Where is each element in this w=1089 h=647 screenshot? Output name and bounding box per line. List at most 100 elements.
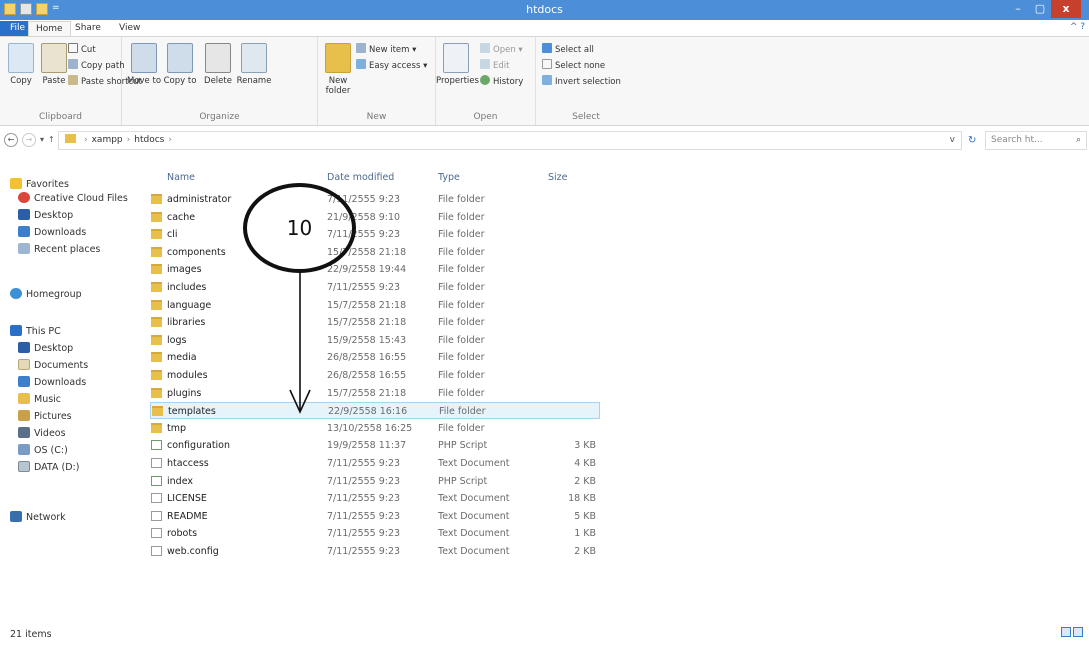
tab-home[interactable]: Home — [28, 21, 71, 36]
easy-access-icon — [356, 59, 366, 69]
file-row[interactable]: htaccess 7/11/2555 9:23 Text Document 4 KB — [150, 455, 600, 472]
nav-videos[interactable]: Videos — [18, 425, 66, 442]
file-row[interactable]: robots 7/11/2555 9:23 Text Document 1 KB — [150, 525, 600, 542]
copy-path-button[interactable]: Copy path — [68, 59, 125, 73]
nav-homegroup[interactable]: Homegroup — [10, 286, 82, 303]
invert-selection-button[interactable]: Invert selection — [542, 75, 621, 89]
help-icon[interactable]: ^ ? — [1070, 22, 1085, 32]
maximize-button[interactable]: ▢ — [1029, 0, 1051, 18]
nav-documents[interactable]: Documents — [18, 357, 88, 374]
edit-button[interactable]: Edit — [480, 59, 509, 73]
history-icon — [480, 75, 490, 85]
file-type: File folder — [438, 194, 485, 205]
file-row[interactable]: images 22/9/2558 19:44 File folder — [150, 261, 600, 278]
text-document-icon — [151, 528, 162, 539]
file-row[interactable]: web.config 7/11/2555 9:23 Text Document 2 K… — [150, 543, 600, 560]
file-row[interactable]: administrator 7/11/2555 9:23 File folder — [150, 191, 600, 208]
address-dropdown-icon[interactable]: v — [950, 132, 955, 149]
nav-pictures[interactable]: Pictures — [18, 408, 72, 425]
tab-share[interactable]: Share — [68, 21, 108, 36]
select-all-button[interactable]: Select all — [542, 43, 594, 57]
nav-this-pc[interactable]: This PC — [10, 323, 61, 340]
nav-os-c[interactable]: OS (C:) — [18, 442, 68, 459]
up-button[interactable]: ↑ — [48, 135, 55, 144]
file-row[interactable]: plugins 15/7/2558 21:18 File folder — [150, 385, 600, 402]
paste-button[interactable]: Paste — [36, 43, 72, 86]
file-name: cli — [167, 229, 178, 241]
nav-recent-places[interactable]: Recent places — [18, 241, 100, 258]
file-row[interactable]: components 15/7/2558 21:18 File folder — [150, 244, 600, 261]
search-input[interactable]: Search ht... ⌕ — [985, 131, 1087, 150]
copy-button[interactable]: Copy — [3, 43, 39, 86]
nav-creative-cloud-files[interactable]: Creative Cloud Files — [18, 190, 128, 207]
file-row[interactable]: LICENSE 7/11/2555 9:23 Text Document 18 KB — [150, 490, 600, 507]
open-button[interactable]: Open ▾ — [480, 43, 523, 57]
large-icons-view-icon[interactable] — [1073, 627, 1083, 637]
nav-desktop[interactable]: Desktop — [18, 207, 73, 224]
file-row[interactable]: libraries 15/7/2558 21:18 File folder — [150, 314, 600, 331]
title-bar: = htdocs – ▢ x — [0, 0, 1089, 20]
nav-downloads[interactable]: Downloads — [18, 224, 86, 241]
new-item-button[interactable]: New item ▾ — [356, 43, 416, 57]
folder-icon — [151, 194, 162, 204]
nav-network[interactable]: Network — [10, 509, 66, 526]
file-size: 1 KB — [574, 528, 596, 540]
php-script-icon — [151, 475, 162, 486]
column-header-type[interactable]: Type — [438, 172, 460, 183]
scissors-icon — [68, 43, 78, 53]
move-to-button[interactable]: Move to — [126, 43, 162, 86]
minimize-button[interactable]: – — [1007, 0, 1029, 18]
select-none-button[interactable]: Select none — [542, 59, 605, 73]
select-all-icon — [542, 43, 552, 53]
easy-access-button[interactable]: Easy access ▾ — [356, 59, 427, 73]
address-field[interactable]: › xampp › htdocs › v — [58, 131, 962, 150]
column-header-name[interactable]: Name — [167, 172, 195, 183]
file-row[interactable]: media 26/8/2558 16:55 File folder — [150, 349, 600, 366]
nav-music[interactable]: Music — [18, 391, 61, 408]
column-header-size[interactable]: Size — [548, 172, 568, 183]
tab-view[interactable]: View — [112, 21, 147, 36]
breadcrumb-xampp[interactable]: xampp — [92, 135, 123, 145]
file-type: File folder — [438, 264, 485, 276]
file-row[interactable]: language 15/7/2558 21:18 File folder — [150, 297, 600, 314]
file-type: File folder — [438, 246, 485, 258]
file-row[interactable]: cache 21/9/2558 9:10 File folder — [150, 209, 600, 226]
file-row[interactable]: modules 26/8/2558 16:55 File folder — [150, 367, 600, 384]
properties-button[interactable]: Properties — [436, 43, 479, 86]
file-size: 4 KB — [574, 458, 596, 469]
file-name: includes — [167, 282, 207, 293]
refresh-icon[interactable]: ↻ — [968, 135, 976, 146]
nav-pc-desktop[interactable]: Desktop — [18, 340, 73, 357]
file-row[interactable]: templates 22/9/2558 16:16 File folder — [150, 402, 600, 420]
delete-button[interactable]: Delete — [200, 43, 236, 86]
move-to-icon — [131, 43, 157, 73]
file-row[interactable]: includes 7/11/2555 9:23 File folder — [150, 279, 600, 296]
file-row[interactable]: index 7/11/2555 9:23 PHP Script 2 KB — [150, 473, 600, 490]
close-button[interactable]: x — [1051, 0, 1081, 18]
new-folder-button[interactable]: New folder — [320, 43, 356, 96]
properties-icon — [443, 43, 469, 73]
file-type: File folder — [438, 229, 485, 241]
rename-button[interactable]: Rename — [236, 43, 272, 86]
column-header-date[interactable]: Date modified — [327, 172, 394, 183]
nav-pc-downloads[interactable]: Downloads — [18, 374, 86, 391]
nav-data-d[interactable]: DATA (D:) — [18, 459, 79, 476]
file-date-modified: 7/11/2555 9:23 — [327, 546, 401, 557]
breadcrumb-htdocs[interactable]: htdocs — [134, 135, 164, 145]
cut-button[interactable]: Cut — [68, 43, 96, 57]
history-button[interactable]: History — [480, 75, 523, 89]
file-row[interactable]: tmp 13/10/2558 16:25 File folder — [150, 420, 600, 437]
recent-locations-button[interactable]: ▾ — [40, 135, 44, 144]
file-row[interactable]: logs 15/9/2558 15:43 File folder — [150, 332, 600, 349]
forward-button[interactable]: → — [22, 133, 36, 147]
file-row[interactable]: cli 7/11/2555 9:23 File folder — [150, 226, 600, 243]
copy-to-button[interactable]: Copy to — [162, 43, 198, 86]
file-name: images — [167, 264, 202, 276]
file-size: 2 KB — [574, 475, 596, 487]
details-view-icon[interactable] — [1061, 627, 1071, 637]
back-button[interactable]: ← — [4, 133, 18, 147]
file-row[interactable]: configuration 19/9/2558 11:37 PHP Script 3 … — [150, 437, 600, 454]
file-date-modified: 7/11/2555 9:23 — [327, 528, 401, 540]
file-name: libraries — [167, 317, 206, 329]
file-row[interactable]: README 7/11/2555 9:23 Text Document 5 KB — [150, 508, 600, 525]
